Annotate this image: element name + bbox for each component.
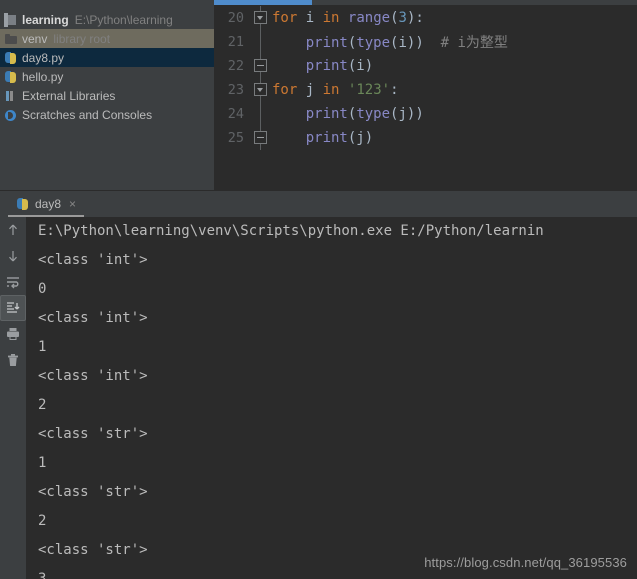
code-line[interactable]: 21 print(type(i)) # i为整型 [214, 30, 637, 54]
code-text: print(i) [305, 58, 374, 74]
code-lines[interactable]: 20 for i in range(3): 21 print(type(i)) # … [214, 6, 637, 181]
line-number: 23 [227, 82, 244, 98]
tree-item-label: day8.py [22, 50, 65, 65]
fold-collapse-icon[interactable] [250, 6, 272, 30]
fold-rail [250, 102, 272, 126]
folder-icon [4, 32, 18, 46]
tree-item-sublabel: E:\Python\learning [74, 12, 173, 27]
console-output-line: 2 [38, 513, 47, 529]
editor-horizontal-scrollbar[interactable] [214, 0, 637, 5]
python-file-icon [16, 197, 30, 211]
tree-item-external-libraries[interactable]: External Libraries [0, 86, 214, 105]
tree-item-label: learning [22, 12, 69, 27]
pycharm-window: learning E:\Python\learning venv library… [0, 0, 637, 579]
tree-item-label: External Libraries [22, 88, 116, 103]
editor-scrollbar-thumb[interactable] [214, 0, 312, 5]
tree-item-label: Scratches and Consoles [22, 107, 153, 122]
tree-item-sublabel: library root [53, 31, 111, 46]
tree-item-hello-py[interactable]: hello.py [0, 67, 214, 86]
scroll-to-end-icon[interactable] [0, 295, 26, 321]
code-line[interactable]: 22 print(i) [214, 54, 637, 78]
run-tool-window: day8 × E:\Python\learning\venv\Scripts\p… [0, 190, 637, 579]
code-line[interactable]: 24 print(type(j)) [214, 102, 637, 126]
run-tab-label: day8 [35, 196, 62, 211]
fold-end-icon[interactable] [250, 126, 272, 150]
console-output-line: 0 [38, 281, 47, 297]
console-output-line: <class 'int'> [38, 252, 148, 268]
print-icon[interactable] [0, 321, 26, 347]
code-line[interactable]: 20 for i in range(3): [214, 6, 637, 30]
trash-icon[interactable] [0, 347, 26, 373]
console-output[interactable]: E:\Python\learning\venv\Scripts\python.e… [26, 217, 637, 579]
fold-rail [250, 30, 272, 54]
up-arrow-icon[interactable] [0, 217, 26, 243]
code-line[interactable]: 25 print(j) [214, 126, 637, 150]
python-file-icon [4, 70, 18, 84]
console-output-line: <class 'int'> [38, 368, 148, 384]
console-toolbar [0, 217, 26, 579]
tree-item-day8-py[interactable]: day8.py [0, 48, 214, 67]
tree-item-venv[interactable]: venv library root [0, 29, 214, 48]
fold-collapse-icon[interactable] [250, 78, 272, 102]
line-number: 20 [227, 10, 244, 26]
down-arrow-icon[interactable] [0, 243, 26, 269]
console-output-line: E:\Python\learning\venv\Scripts\python.e… [38, 223, 544, 239]
tree-item-label: venv [22, 31, 48, 46]
console-output-line: <class 'str'> [38, 426, 148, 442]
code-text: print(j) [305, 130, 374, 146]
console-output-line: 1 [38, 455, 47, 471]
line-number: 21 [227, 34, 244, 50]
module-icon [4, 12, 18, 27]
line-number: 24 [227, 106, 244, 122]
code-text: print(type(j)) [305, 106, 424, 122]
line-number: 25 [227, 130, 244, 146]
tree-item-scratches-and-consoles[interactable]: Scratches and Consoles [0, 105, 214, 124]
soft-wrap-icon[interactable] [0, 269, 26, 295]
console-output-line: <class 'int'> [38, 310, 148, 326]
top-area: learning E:\Python\learning venv library… [0, 0, 637, 190]
python-file-icon [4, 51, 18, 65]
line-number: 22 [227, 58, 244, 74]
close-icon[interactable]: × [69, 198, 76, 210]
run-tab-day8[interactable]: day8 × [8, 192, 85, 217]
console-output-line: 1 [38, 339, 47, 355]
code-text: for i in range(3): [272, 10, 424, 26]
code-text: print(type(i)) # i为整型 [305, 35, 508, 51]
console-output-line: 2 [38, 397, 47, 413]
fold-end-icon[interactable] [250, 54, 272, 78]
watermark-text: https://blog.csdn.net/qq_36195536 [424, 555, 627, 570]
run-tab-bar: day8 × [0, 190, 637, 218]
code-text: for j in '123': [272, 82, 399, 98]
project-tree-panel[interactable]: learning E:\Python\learning venv library… [0, 0, 214, 190]
console-output-line: <class 'str'> [38, 484, 148, 500]
library-icon [4, 89, 18, 103]
tree-item-label: hello.py [22, 69, 64, 84]
code-line[interactable]: 23 for j in '123': [214, 78, 637, 102]
scratch-icon [4, 108, 18, 122]
code-editor[interactable]: 20 for i in range(3): 21 print(type(i)) # … [214, 0, 637, 190]
tree-item-learning[interactable]: learning E:\Python\learning [0, 10, 214, 29]
